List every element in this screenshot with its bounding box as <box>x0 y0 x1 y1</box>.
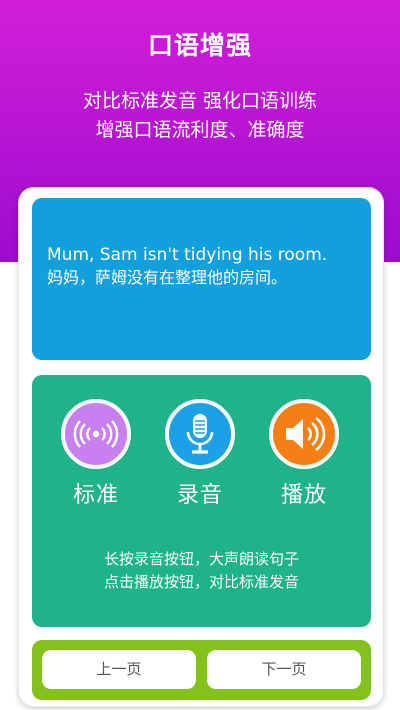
prev-page-button[interactable]: 上一页 <box>42 650 196 689</box>
play-label: 播放 <box>280 483 327 508</box>
record-label: 录音 <box>176 483 223 508</box>
practice-card: Mum, Sam isn't tidying his room. 妈妈，萨姆没有… <box>18 187 384 707</box>
instruction-line-2: 点击播放按钮，对比标准发音 <box>103 573 299 591</box>
page-navigation: 上一页 下一页 <box>32 640 371 700</box>
speaker-icon[interactable] <box>269 399 339 469</box>
sentence-panel: Mum, Sam isn't tidying his room. 妈妈，萨姆没有… <box>32 198 371 360</box>
page-title: 口语增强 <box>147 31 252 60</box>
sentence-english: Mum, Sam isn't tidying his room. <box>47 245 328 265</box>
practice-panel: 标准 录音 播放 长按录音按钮，大声朗读句子 点击播放按钮，对比标准发音 <box>32 375 371 627</box>
play-button[interactable]: 播放 <box>264 399 344 509</box>
subtitle-line-2: 增强口语流利度、准确度 <box>95 119 305 141</box>
next-page-button[interactable]: 下一页 <box>207 650 361 689</box>
instructions: 长按录音按钮，大声朗读句子 点击播放按钮，对比标准发音 <box>32 548 371 594</box>
record-button[interactable]: 录音 <box>160 399 240 509</box>
instruction-line-1: 长按录音按钮，大声朗读句子 <box>103 550 299 568</box>
subtitle-line-1: 对比标准发音 强化口语训练 <box>82 90 318 112</box>
standard-label: 标准 <box>72 483 119 508</box>
standard-audio-icon[interactable] <box>61 399 131 469</box>
microphone-icon[interactable] <box>165 399 235 469</box>
sentence-chinese: 妈妈，萨姆没有在整理他的房间。 <box>47 268 288 287</box>
standard-button[interactable]: 标准 <box>56 399 136 509</box>
